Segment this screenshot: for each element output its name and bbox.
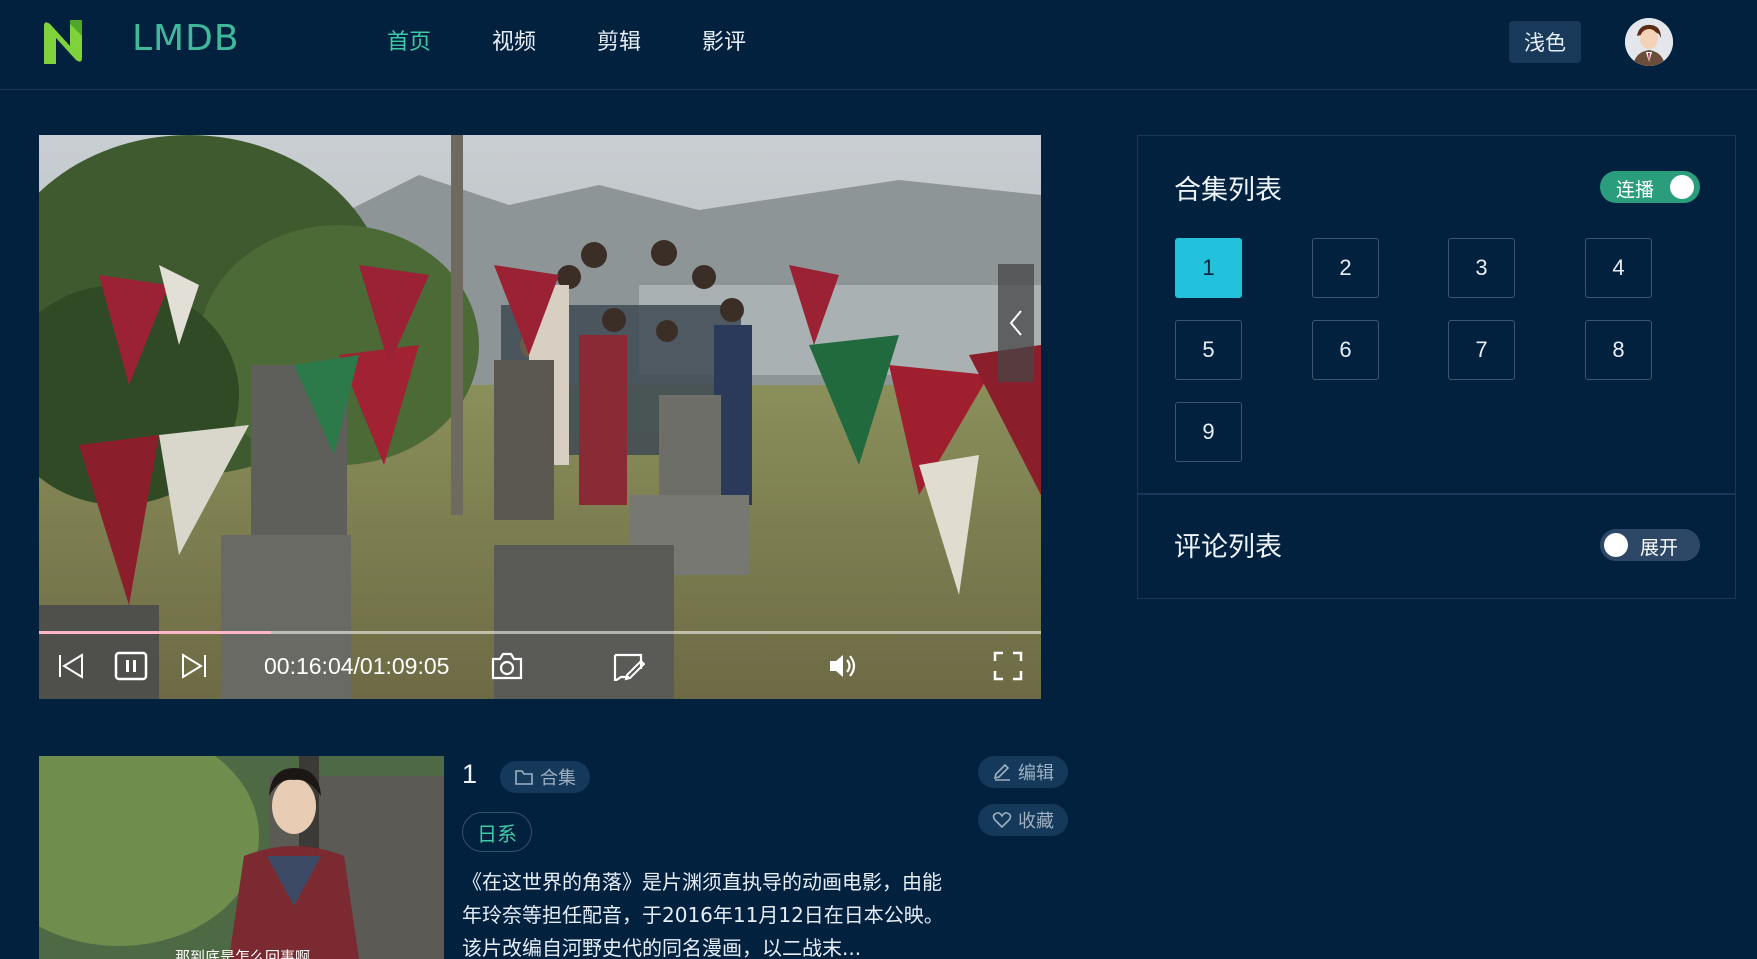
episode-button-4[interactable]: 4 <box>1585 238 1652 298</box>
episode-description: 《在这世界的角落》是片渊须直执导的动画电影，由能年玲奈等担任配音，于2016年1… <box>462 870 944 959</box>
episode-thumbnail[interactable]: 那到底是怎么回事啊 <box>39 756 444 959</box>
progress-fill <box>39 631 272 634</box>
toggle-knob <box>1670 175 1694 199</box>
player-controls: 00:16:04/01:09:05 <box>39 635 1041 699</box>
favorite-label: 收藏 <box>1018 811 1054 832</box>
nav-item-video[interactable]: 视频 <box>492 24 597 56</box>
favorite-button[interactable]: 收藏 <box>978 804 1068 836</box>
pencil-icon <box>993 763 1010 781</box>
thumbnail-subtitle: 那到底是怎么回事啊 <box>175 948 311 959</box>
camera-icon[interactable] <box>490 651 524 681</box>
episode-button-5[interactable]: 5 <box>1175 320 1242 380</box>
comments-panel: 评论列表 展开 <box>1137 494 1736 599</box>
time-display: 00:16:04/01:09:05 <box>264 653 450 679</box>
nav-item-reviews[interactable]: 影评 <box>702 24 807 56</box>
comments-expand-toggle[interactable]: 展开 <box>1600 529 1700 561</box>
expand-label: 展开 <box>1640 537 1679 559</box>
episode-button-2[interactable]: 2 <box>1312 238 1379 298</box>
progress-bar[interactable] <box>39 631 1041 634</box>
fullscreen-icon[interactable] <box>993 651 1023 681</box>
autoplay-label: 连播 <box>1616 179 1655 201</box>
heart-icon <box>992 812 1012 829</box>
skip-next-icon[interactable] <box>179 651 209 681</box>
autoplay-toggle[interactable]: 连播 <box>1600 171 1700 203</box>
pause-icon[interactable] <box>114 651 148 681</box>
video-frame <box>39 135 1041 699</box>
n-logo-icon[interactable] <box>40 16 86 68</box>
video-player[interactable]: 00:16:04/01:09:05 <box>39 135 1041 699</box>
edit-bubble-icon[interactable] <box>611 651 645 681</box>
main-nav: 首页 视频 剪辑 影评 <box>387 24 807 56</box>
playlist-panel: 合集列表 连播 1 2 3 4 5 6 7 8 9 <box>1137 135 1736 494</box>
folder-icon <box>515 770 533 785</box>
skip-previous-icon[interactable] <box>56 651 86 681</box>
episode-button-8[interactable]: 8 <box>1585 320 1652 380</box>
top-header: LMDB 首页 视频 剪辑 影评 浅色 <box>0 0 1757 90</box>
episode-number: 1 <box>462 759 478 789</box>
episode-button-3[interactable]: 3 <box>1448 238 1515 298</box>
comments-title: 评论列表 <box>1174 532 1282 563</box>
episode-button-1[interactable]: 1 <box>1175 238 1242 298</box>
edit-button[interactable]: 编辑 <box>978 756 1068 788</box>
nav-item-home[interactable]: 首页 <box>387 24 492 56</box>
edit-label: 编辑 <box>1018 763 1054 784</box>
collection-label: 合集 <box>540 768 576 789</box>
playlist-title: 合集列表 <box>1174 175 1282 206</box>
volume-icon[interactable] <box>827 651 859 681</box>
toggle-knob <box>1604 533 1628 557</box>
episode-button-6[interactable]: 6 <box>1312 320 1379 380</box>
nav-item-clips[interactable]: 剪辑 <box>597 24 702 56</box>
episode-button-7[interactable]: 7 <box>1448 320 1515 380</box>
brand-name[interactable]: LMDB <box>132 18 240 59</box>
theme-toggle-button[interactable]: 浅色 <box>1509 21 1581 63</box>
user-avatar[interactable] <box>1625 18 1673 66</box>
collection-button[interactable]: 合集 <box>500 761 590 793</box>
episode-button-9[interactable]: 9 <box>1175 402 1242 462</box>
genre-tag[interactable]: 日系 <box>462 812 532 852</box>
collapse-side-button[interactable] <box>998 264 1034 382</box>
chevron-left-icon <box>1009 310 1022 336</box>
